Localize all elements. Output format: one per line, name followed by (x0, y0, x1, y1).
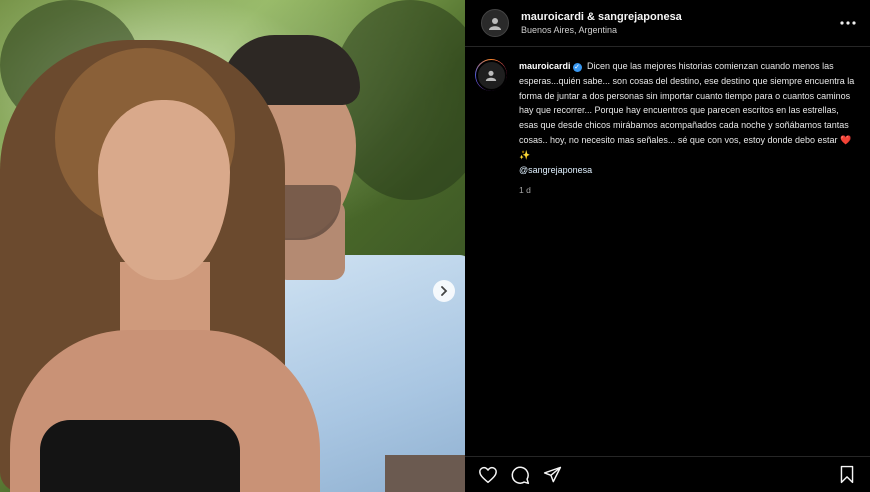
avatar-silhouette-icon (485, 70, 497, 81)
chevron-right-icon (441, 286, 448, 296)
header-text: mauroicardi & sangrejaponesa Buenos Aire… (521, 11, 840, 35)
photo-woman-top (40, 420, 240, 492)
heart-emoji: ❤️ (840, 134, 852, 145)
post-side-panel: mauroicardi & sangrejaponesa Buenos Aire… (465, 0, 870, 492)
post-caption: mauroicardi ✓ Dicen que las mejores histo… (465, 47, 870, 198)
sparkle-emoji: ✨ (519, 149, 531, 160)
save-button[interactable] (836, 464, 858, 486)
photo-man-arm (385, 455, 465, 492)
collab-separator: & (587, 11, 595, 23)
share-button[interactable] (541, 464, 563, 486)
more-horizontal-icon (840, 21, 856, 25)
share-icon (543, 466, 561, 483)
more-options-button[interactable] (840, 21, 856, 25)
carousel-next-button[interactable] (433, 280, 455, 302)
avatar-silhouette-icon (489, 18, 501, 30)
comment-button[interactable] (509, 464, 531, 486)
caption-avatar-inner (475, 59, 507, 91)
instagram-post: mauroicardi & sangrejaponesa Buenos Aire… (0, 0, 870, 492)
heart-icon (479, 466, 497, 483)
author-avatar[interactable] (481, 9, 509, 37)
caption-body: mauroicardi ✓ Dicen que las mejores histo… (519, 59, 856, 198)
post-location[interactable]: Buenos Aires, Argentina (521, 25, 840, 35)
header-username[interactable]: mauroicardi (521, 11, 584, 23)
caption-avatar[interactable] (475, 59, 507, 91)
caption-paragraph: mauroicardi ✓ Dicen que las mejores histo… (519, 59, 856, 177)
post-photo[interactable] (0, 0, 465, 492)
post-timestamp[interactable]: 1 d (519, 183, 856, 198)
caption-mention[interactable]: @sangrejaponesa (519, 165, 592, 175)
caption-username[interactable]: mauroicardi (519, 61, 571, 71)
bookmark-icon (840, 465, 854, 484)
comment-icon (511, 466, 530, 484)
header-usernames: mauroicardi & sangrejaponesa (521, 11, 840, 23)
caption-text: Dicen que las mejores historias comienza… (519, 61, 855, 145)
like-button[interactable] (477, 464, 499, 486)
verified-badge-icon: ✓ (572, 63, 582, 72)
header-collaborator[interactable]: sangrejaponesa (598, 11, 682, 23)
post-header: mauroicardi & sangrejaponesa Buenos Aire… (465, 0, 870, 47)
post-actions-bar (465, 456, 870, 492)
